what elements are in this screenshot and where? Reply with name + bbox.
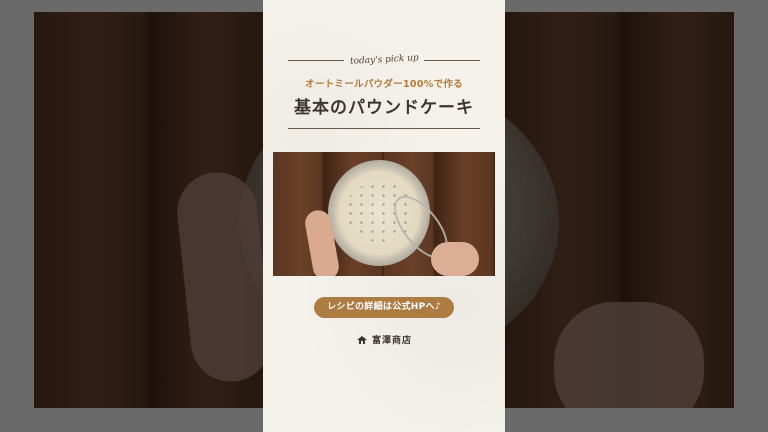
right-hand — [431, 242, 479, 276]
brand-footer: 富澤商店 — [263, 333, 505, 346]
pickup-row: today's pick up — [288, 52, 481, 68]
recipe-subtitle: オートミールパウダー100%で作る — [305, 79, 463, 90]
title-divider — [288, 128, 480, 129]
pickup-left-rule — [288, 59, 344, 61]
recipe-photo — [273, 152, 495, 276]
recipe-card: today's pick up オートミールパウダー100%で作る 基本のパウン… — [263, 0, 505, 432]
recipe-title: 基本のパウンドケーキ — [294, 98, 474, 118]
brand-name: 富澤商店 — [371, 336, 412, 346]
recipe-details-button[interactable]: レシピの詳細は公式HPへ♪ — [314, 297, 454, 318]
pickup-right-rule — [424, 59, 481, 61]
pickup-label: today's pick up — [349, 53, 419, 67]
tomizawa-logo-icon — [356, 335, 367, 344]
